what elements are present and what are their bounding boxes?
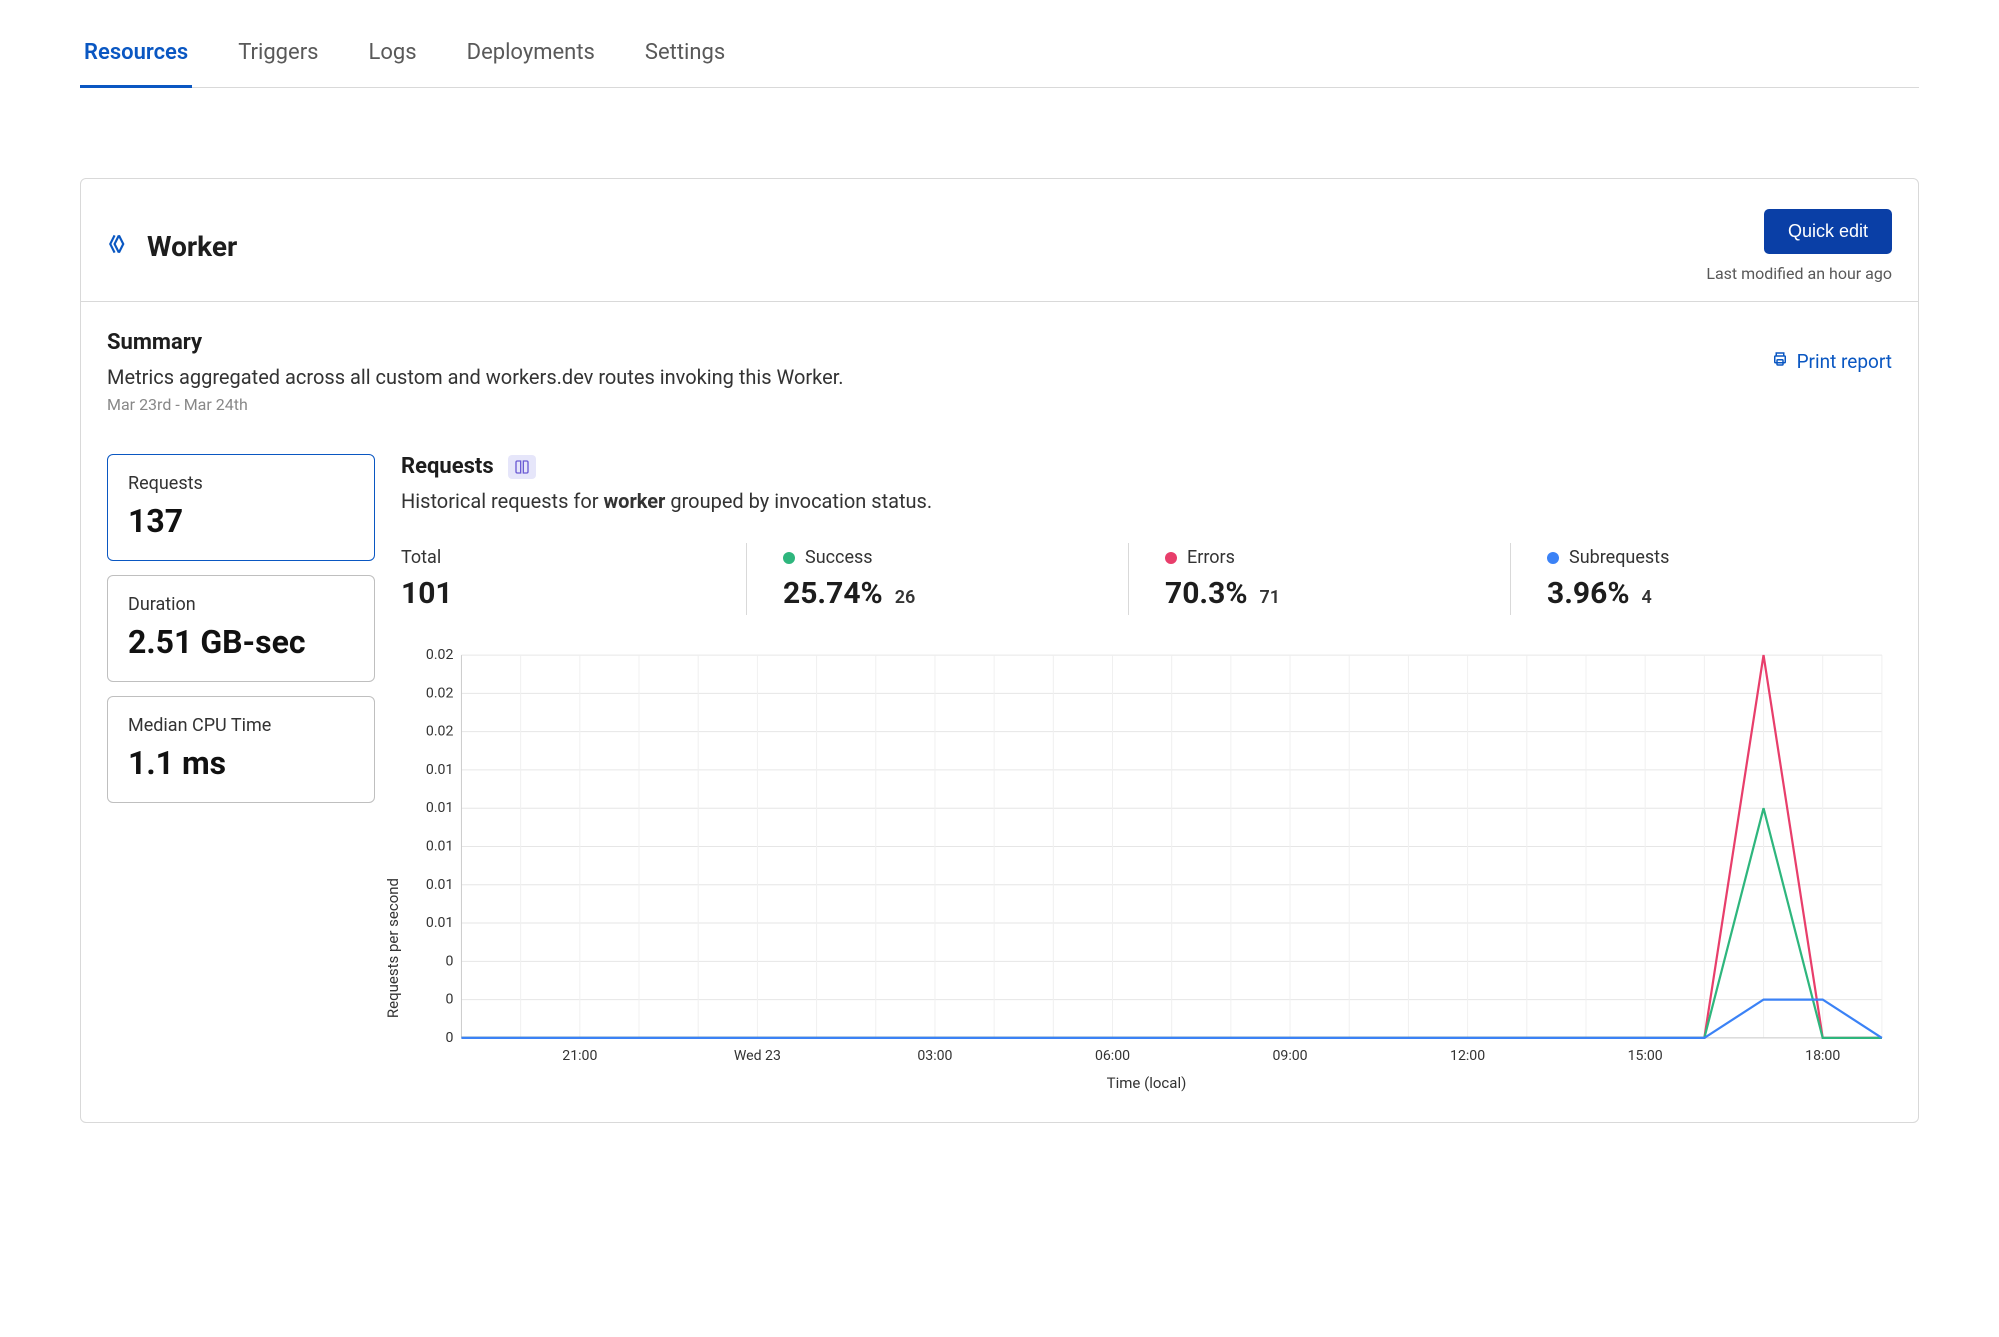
print-report-link[interactable]: Print report	[1771, 350, 1892, 373]
metric-card-cpu-time[interactable]: Median CPU Time 1.1 ms	[107, 696, 375, 803]
chart-canvas: 0.02 0.02 0.02 0.01 0.01 0.01 0.01 0.01 0 0 0 21:00…	[401, 645, 1892, 1068]
metric-card-label: Median CPU Time	[128, 715, 354, 736]
stat-subrequests: Subrequests 3.96% 4	[1547, 543, 1892, 615]
svg-text:06:00: 06:00	[1095, 1048, 1130, 1064]
metric-card-duration[interactable]: Duration 2.51 GB-sec	[107, 575, 375, 682]
summary-date-range: Mar 23rd - Mar 24th	[107, 395, 1892, 414]
tab-settings[interactable]: Settings	[641, 22, 729, 88]
success-dot-icon	[783, 552, 795, 564]
requests-description: Historical requests for worker grouped b…	[401, 489, 1892, 513]
subrequest-dot-icon	[1547, 552, 1559, 564]
svg-text:0.02: 0.02	[426, 647, 454, 663]
print-icon	[1771, 350, 1789, 373]
metric-card-value: 137	[128, 502, 354, 540]
stat-value: 101	[401, 576, 453, 611]
svg-text:15:00: 15:00	[1628, 1048, 1663, 1064]
svg-text:0: 0	[445, 953, 453, 969]
svg-text:09:00: 09:00	[1273, 1048, 1308, 1064]
stats-row: Total 101 Success 25.74%	[401, 543, 1892, 615]
stat-label: Subrequests	[1569, 547, 1669, 568]
requests-heading: Requests	[401, 454, 494, 479]
svg-text:0: 0	[445, 1030, 453, 1046]
stat-count: 4	[1642, 587, 1652, 608]
svg-text:0.02: 0.02	[426, 685, 454, 701]
tab-logs[interactable]: Logs	[365, 22, 421, 88]
error-dot-icon	[1165, 552, 1177, 564]
tab-deployments[interactable]: Deployments	[463, 22, 599, 88]
svg-text:0.01: 0.01	[426, 762, 453, 778]
svg-text:Wed 23: Wed 23	[734, 1048, 781, 1064]
svg-text:0.01: 0.01	[426, 915, 453, 931]
stat-success: Success 25.74% 26	[783, 543, 1129, 615]
stat-label: Success	[805, 547, 873, 568]
tab-resources[interactable]: Resources	[80, 22, 192, 88]
svg-text:0.01: 0.01	[426, 839, 453, 855]
worker-icon	[107, 231, 133, 261]
metric-card-requests[interactable]: Requests 137	[107, 454, 375, 561]
svg-text:0.01: 0.01	[426, 800, 453, 816]
stat-total: Total 101	[401, 543, 747, 615]
stat-value: 70.3%	[1165, 576, 1248, 611]
svg-text:0: 0	[445, 992, 453, 1008]
docs-icon[interactable]	[508, 455, 536, 479]
tab-triggers[interactable]: Triggers	[234, 22, 322, 88]
svg-text:12:00: 12:00	[1450, 1048, 1485, 1064]
card-header: Worker Quick edit Last modified an hour …	[81, 179, 1918, 302]
metric-card-value: 1.1 ms	[128, 744, 354, 782]
quick-edit-button[interactable]: Quick edit	[1764, 209, 1892, 254]
worker-title: Worker	[147, 230, 237, 263]
svg-text:0.02: 0.02	[426, 724, 454, 740]
stat-errors: Errors 70.3% 71	[1165, 543, 1511, 615]
metric-card-list: Requests 137 Duration 2.51 GB-sec Median…	[107, 454, 375, 1092]
svg-text:03:00: 03:00	[917, 1048, 952, 1064]
metric-card-label: Duration	[128, 594, 354, 615]
stat-count: 71	[1260, 587, 1281, 608]
chart-y-axis-label: Requests per second	[384, 878, 402, 1018]
last-modified-text: Last modified an hour ago	[1706, 264, 1892, 283]
summary-description: Metrics aggregated across all custom and…	[107, 365, 1892, 389]
chart-x-axis-label: Time (local)	[401, 1074, 1892, 1092]
svg-text:21:00: 21:00	[562, 1048, 597, 1064]
stat-value: 25.74%	[783, 576, 883, 611]
worker-card: Worker Quick edit Last modified an hour …	[80, 178, 1919, 1123]
stat-count: 26	[895, 587, 916, 608]
metric-card-label: Requests	[128, 473, 354, 494]
print-report-label: Print report	[1797, 350, 1892, 373]
metric-card-value: 2.51 GB-sec	[128, 623, 354, 661]
svg-text:18:00: 18:00	[1805, 1048, 1840, 1064]
stat-label: Errors	[1187, 547, 1235, 568]
svg-text:0.01: 0.01	[426, 877, 453, 893]
stat-label: Total	[401, 547, 722, 568]
requests-chart: Requests per second 0.020.020.020.010.01…	[401, 645, 1892, 1092]
tabs-nav: Resources Triggers Logs Deployments Sett…	[80, 22, 1919, 88]
stat-value: 3.96%	[1547, 576, 1630, 611]
summary-heading: Summary	[107, 330, 1892, 355]
